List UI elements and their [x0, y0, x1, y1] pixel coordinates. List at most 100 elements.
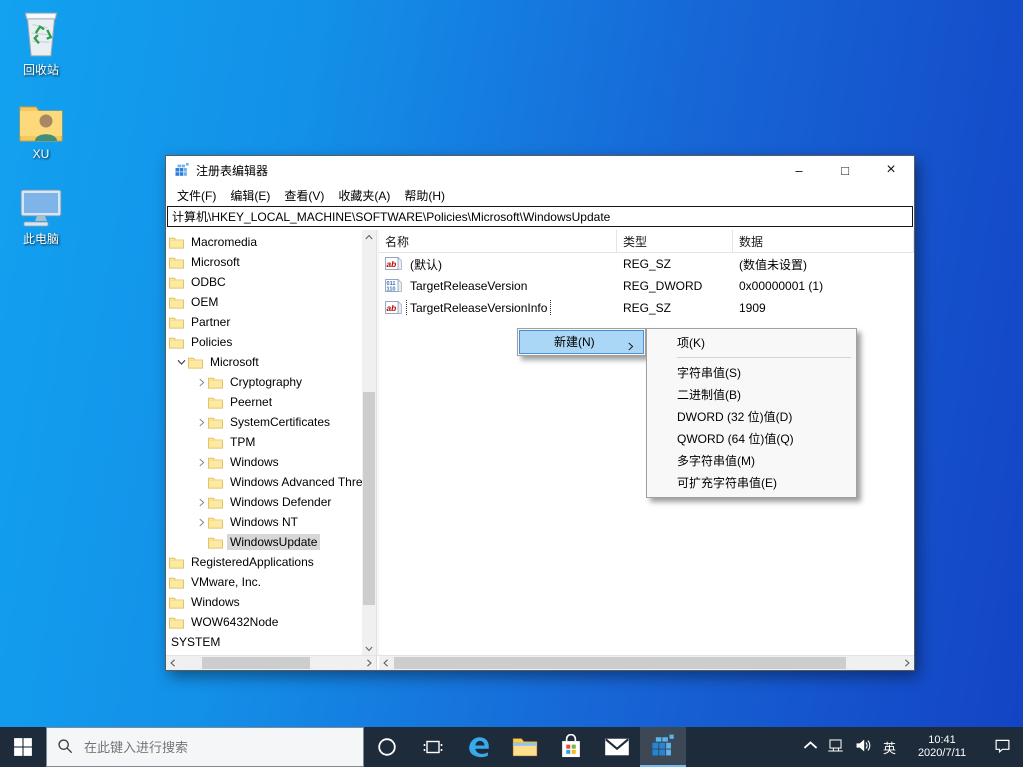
tree-item[interactable]: Partner — [166, 312, 362, 332]
tree-hscroll-thumb[interactable] — [202, 657, 310, 669]
submenu-item[interactable]: 项(K) — [649, 332, 854, 354]
tree-item[interactable]: TPM — [166, 432, 362, 452]
scroll-right-icon[interactable] — [900, 656, 914, 670]
tree-item[interactable]: WindowsUpdate — [166, 532, 362, 552]
tray-ime-indicator[interactable]: 英 — [876, 727, 903, 767]
tray-clock[interactable]: 10:41 2020/7/11 — [903, 727, 981, 767]
menubar-item[interactable]: 编辑(E) — [223, 185, 277, 206]
desktop-icon-this-pc[interactable]: 此电脑 — [6, 175, 76, 247]
tray-network[interactable] — [822, 727, 849, 767]
folder-icon — [169, 556, 184, 569]
tray-show-hidden-icons[interactable] — [798, 727, 822, 767]
tree-item[interactable]: Macromedia — [166, 232, 362, 252]
submenu-item-label: 可扩充字符串值(E) — [677, 476, 777, 490]
tree-item[interactable]: Cryptography — [166, 372, 362, 392]
submenu-item[interactable]: 二进制值(B) — [649, 384, 854, 406]
desktop-icon-label: 回收站 — [6, 61, 76, 78]
search-input[interactable] — [82, 739, 353, 756]
desktop-icon-user-folder[interactable]: XU — [6, 92, 76, 161]
file-explorer-button[interactable] — [502, 727, 548, 767]
submenu-item[interactable]: DWORD (32 位)值(D) — [649, 406, 854, 428]
tree-item[interactable]: Windows — [166, 592, 362, 612]
menubar-item[interactable]: 帮助(H) — [397, 185, 452, 206]
list-horizontal-scrollbar[interactable] — [379, 656, 914, 670]
tree-item[interactable]: SystemCertificates — [166, 412, 362, 432]
scroll-down-icon[interactable] — [362, 642, 376, 656]
submenu-item[interactable]: 字符串值(S) — [649, 362, 854, 384]
tree-item[interactable]: RegisteredApplications — [166, 552, 362, 572]
tree-item[interactable]: Policies — [166, 332, 362, 352]
value-row[interactable]: 011110TargetReleaseVersionREG_DWORD0x000… — [379, 275, 914, 297]
tree-item-label: VMware, Inc. — [188, 574, 264, 590]
tree-vscroll-thumb[interactable] — [363, 392, 375, 605]
tree-item[interactable]: Windows NT — [166, 512, 362, 532]
tray-volume[interactable] — [849, 727, 876, 767]
chevron-right-icon[interactable] — [194, 458, 208, 467]
folder-icon — [169, 296, 184, 309]
start-button[interactable] — [0, 727, 46, 767]
minimize-button[interactable]: – — [776, 156, 822, 184]
tree-item[interactable]: ODBC — [166, 272, 362, 292]
tree-item[interactable]: Microsoft — [166, 352, 362, 372]
taskbar: 英 10:41 2020/7/11 — [0, 727, 1023, 767]
edge-button[interactable] — [456, 727, 502, 767]
tree-item[interactable]: SYSTEM — [166, 632, 362, 652]
folder-icon — [208, 516, 223, 529]
address-bar-input[interactable] — [167, 206, 913, 227]
scroll-left-icon[interactable] — [379, 656, 393, 670]
action-center-button[interactable] — [981, 727, 1023, 767]
maximize-button[interactable]: □ — [822, 156, 868, 184]
chevron-right-icon[interactable] — [194, 418, 208, 427]
tree-item[interactable]: Windows Advanced Thre — [166, 472, 362, 492]
value-row[interactable]: ab(默认)REG_SZ(数值未设置) — [379, 253, 914, 275]
chevron-down-icon[interactable] — [174, 359, 188, 366]
context-menu-item-new[interactable]: 新建(N) — [520, 331, 643, 353]
submenu-item[interactable]: 可扩充字符串值(E) — [649, 472, 854, 494]
menubar-item[interactable]: 查看(V) — [277, 185, 331, 206]
chevron-right-icon[interactable] — [194, 498, 208, 507]
chevron-right-icon[interactable] — [194, 518, 208, 527]
tree-item[interactable]: Windows Defender — [166, 492, 362, 512]
tree-item[interactable]: Microsoft — [166, 252, 362, 272]
this-pc-icon — [6, 175, 76, 227]
tree-item[interactable]: Windows — [166, 452, 362, 472]
submenu-item[interactable]: QWORD (64 位)值(Q) — [649, 428, 854, 450]
title-bar[interactable]: 注册表编辑器 – □ × — [166, 156, 914, 184]
menubar-item[interactable]: 收藏夹(A) — [331, 185, 397, 206]
tree-item[interactable]: WOW6432Node — [166, 612, 362, 632]
mail-button[interactable] — [594, 727, 640, 767]
tree-item[interactable]: OEM — [166, 292, 362, 312]
menubar-item[interactable]: 文件(F) — [170, 185, 223, 206]
column-header-type[interactable]: 类型 — [617, 230, 733, 252]
task-view-button[interactable] — [410, 727, 456, 767]
tree-item[interactable]: VMware, Inc. — [166, 572, 362, 592]
value-name-label: TargetReleaseVersionInfo — [407, 300, 550, 316]
scroll-right-icon[interactable] — [362, 656, 376, 670]
taskbar-search[interactable] — [46, 727, 364, 767]
tree-item-label: WOW6432Node — [188, 614, 281, 630]
cortana-button[interactable] — [364, 727, 410, 767]
folder-icon — [169, 236, 184, 249]
tree-item[interactable]: Peernet — [166, 392, 362, 412]
scroll-left-icon[interactable] — [166, 656, 180, 670]
submenu-item-label: QWORD (64 位)值(Q) — [677, 432, 794, 446]
list-hscroll-thumb[interactable] — [394, 657, 846, 669]
registry-editor-taskbar-button[interactable] — [640, 727, 686, 767]
tree-item-label: Peernet — [227, 394, 275, 410]
tree-item-label: SystemCertificates — [227, 414, 333, 430]
column-header-name[interactable]: 名称 — [379, 230, 617, 252]
desktop-icon-recycle-bin[interactable]: 回收站 — [6, 6, 76, 78]
value-name-cell: abTargetReleaseVersionInfo — [379, 300, 617, 316]
submenu-item[interactable]: 多字符串值(M) — [649, 450, 854, 472]
store-button[interactable] — [548, 727, 594, 767]
close-button[interactable]: × — [868, 156, 914, 184]
column-header-data[interactable]: 数据 — [733, 230, 914, 252]
value-name-cell: ab(默认) — [379, 255, 617, 274]
folder-icon — [188, 356, 203, 369]
tree-vertical-scrollbar[interactable] — [362, 230, 376, 656]
scroll-up-icon[interactable] — [362, 230, 376, 244]
submenu-item-label: DWORD (32 位)值(D) — [677, 410, 792, 424]
tree-horizontal-scrollbar[interactable] — [166, 656, 377, 670]
value-row[interactable]: abTargetReleaseVersionInfoREG_SZ1909 — [379, 297, 914, 319]
chevron-right-icon[interactable] — [194, 378, 208, 387]
